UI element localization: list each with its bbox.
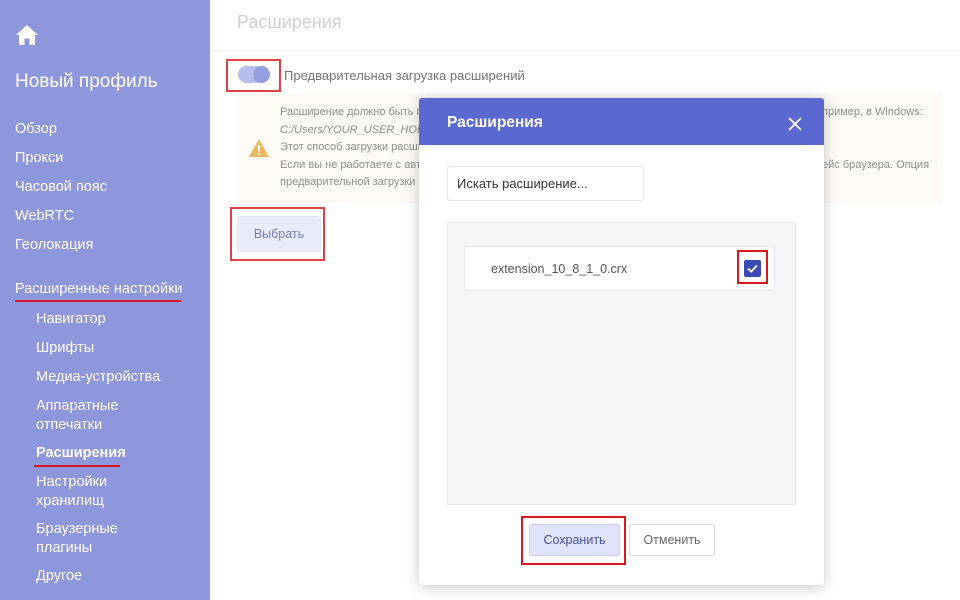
checkbox-highlight-box — [737, 250, 768, 284]
close-icon[interactable] — [787, 116, 803, 132]
sidebar-item-webrtc[interactable]: WebRTC — [15, 206, 205, 235]
sidebar-subitem-fonts[interactable]: Шрифты — [36, 339, 206, 368]
extensions-modal: Расширения extension_10_8_1_0.crx Сохран… — [419, 98, 824, 585]
sidebar-item-geolocation[interactable]: Геолокация — [15, 235, 205, 264]
sidebar-subitem-storage-settings[interactable]: Настройки хранилищ — [36, 473, 146, 520]
home-icon[interactable] — [15, 24, 39, 46]
cancel-button[interactable]: Отменить — [629, 524, 715, 556]
save-highlight-box — [521, 516, 626, 565]
sidebar-subnav: Навигатор Шрифты Медиа-устройства Аппара… — [36, 310, 206, 596]
sidebar-subitem-hardware-fingerprints[interactable]: Аппаратные отпечатки — [36, 397, 146, 444]
sidebar-nav: Обзор Прокси Часовой пояс WebRTC Геолока… — [15, 119, 205, 264]
profile-title: Новый профиль — [15, 71, 158, 92]
active-item-underline — [34, 465, 120, 467]
search-extension-input[interactable] — [447, 166, 644, 201]
sidebar-item-proxy[interactable]: Прокси — [15, 148, 205, 177]
sidebar-subitem-extensions[interactable]: Расширения — [36, 444, 206, 473]
sidebar-subitem-media-devices[interactable]: Медиа-устройства — [36, 368, 206, 397]
extension-name: extension_10_8_1_0.crx — [491, 262, 628, 276]
sidebar-item-advanced-settings[interactable]: Расширенные настройки — [15, 281, 183, 297]
modal-title: Расширения — [447, 114, 543, 131]
sidebar-subitem-other[interactable]: Другое — [36, 567, 206, 596]
advanced-settings-underline — [15, 300, 181, 302]
sidebar: Новый профиль Обзор Прокси Часовой пояс … — [0, 0, 210, 600]
sidebar-subitem-navigator[interactable]: Навигатор — [36, 310, 206, 339]
sidebar-item-overview[interactable]: Обзор — [15, 119, 205, 148]
sidebar-subitem-browser-plugins[interactable]: Браузерные плагины — [36, 520, 146, 567]
list-item[interactable]: extension_10_8_1_0.crx — [464, 246, 775, 291]
modal-header: Расширения — [419, 98, 824, 145]
sidebar-item-timezone[interactable]: Часовой пояс — [15, 177, 205, 206]
